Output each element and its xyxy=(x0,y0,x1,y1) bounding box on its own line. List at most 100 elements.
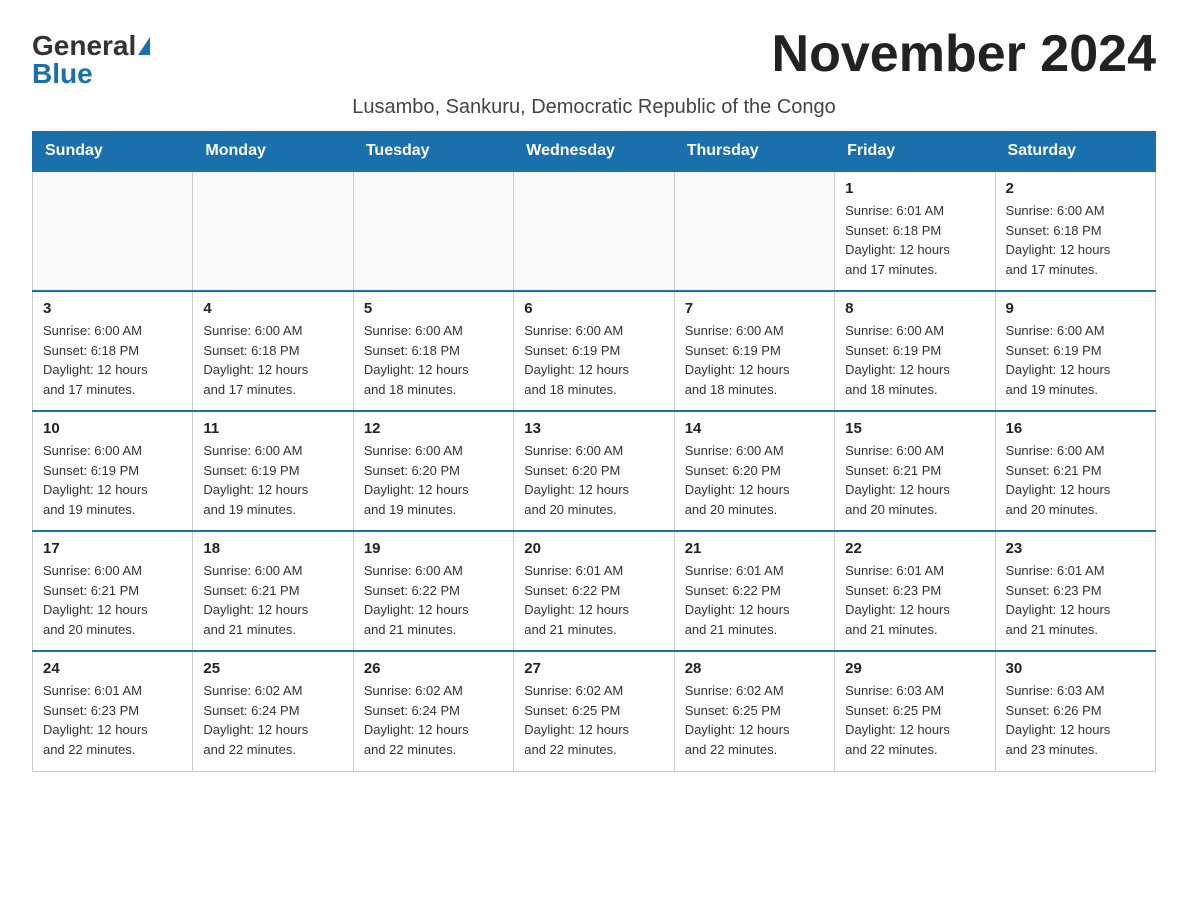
calendar-cell xyxy=(353,171,513,291)
day-info: Sunrise: 6:01 AMSunset: 6:23 PMDaylight:… xyxy=(1006,561,1145,639)
calendar-week-row: 17Sunrise: 6:00 AMSunset: 6:21 PMDayligh… xyxy=(33,531,1156,651)
calendar-cell: 29 Sunrise: 6:03 AMSunset: 6:25 PMDayligh… xyxy=(835,651,995,771)
day-number: 27 xyxy=(524,660,663,677)
day-info: Sunrise: 6:00 AMSunset: 6:19 PMDaylight:… xyxy=(524,321,663,399)
calendar-cell: 14 Sunrise: 6:00 AMSunset: 6:20 PMDayligh… xyxy=(674,411,834,531)
calendar-table: SundayMondayTuesdayWednesdayThursdayFrid… xyxy=(32,131,1156,772)
day-info: Sunrise: 6:00 AMSunset: 6:19 PMDaylight:… xyxy=(203,441,342,519)
calendar-cell xyxy=(193,171,353,291)
day-number: 21 xyxy=(685,540,824,557)
day-info: Sunrise: 6:00 AMSunset: 6:21 PMDaylight:… xyxy=(43,561,182,639)
day-number: 8 xyxy=(845,300,984,317)
day-number: 22 xyxy=(845,540,984,557)
day-number: 29 xyxy=(845,660,984,677)
day-number: 18 xyxy=(203,540,342,557)
day-number: 16 xyxy=(1006,420,1145,437)
calendar-cell: 27 Sunrise: 6:02 AMSunset: 6:25 PMDayligh… xyxy=(514,651,674,771)
day-info: Sunrise: 6:03 AMSunset: 6:26 PMDaylight:… xyxy=(1006,681,1145,759)
calendar-cell: 15Sunrise: 6:00 AMSunset: 6:21 PMDayligh… xyxy=(835,411,995,531)
calendar-header-row: SundayMondayTuesdayWednesdayThursdayFrid… xyxy=(33,132,1156,172)
day-number: 23 xyxy=(1006,540,1145,557)
calendar-cell: 8 Sunrise: 6:00 AMSunset: 6:19 PMDaylight… xyxy=(835,291,995,411)
calendar-cell: 1 Sunrise: 6:01 AMSunset: 6:18 PMDaylight… xyxy=(835,171,995,291)
day-info: Sunrise: 6:00 AMSunset: 6:19 PMDaylight:… xyxy=(685,321,824,399)
day-number: 20 xyxy=(524,540,663,557)
calendar-cell: 3Sunrise: 6:00 AMSunset: 6:18 PMDaylight… xyxy=(33,291,193,411)
day-info: Sunrise: 6:00 AMSunset: 6:18 PMDaylight:… xyxy=(203,321,342,399)
day-number: 28 xyxy=(685,660,824,677)
calendar-cell: 16Sunrise: 6:00 AMSunset: 6:21 PMDayligh… xyxy=(995,411,1155,531)
calendar-cell: 30Sunrise: 6:03 AMSunset: 6:26 PMDayligh… xyxy=(995,651,1155,771)
day-info: Sunrise: 6:01 AMSunset: 6:23 PMDaylight:… xyxy=(845,561,984,639)
day-number: 19 xyxy=(364,540,503,557)
day-info: Sunrise: 6:01 AMSunset: 6:22 PMDaylight:… xyxy=(524,561,663,639)
day-info: Sunrise: 6:00 AMSunset: 6:19 PMDaylight:… xyxy=(845,321,984,399)
calendar-cell: 6 Sunrise: 6:00 AMSunset: 6:19 PMDaylight… xyxy=(514,291,674,411)
calendar-week-row: 10 Sunrise: 6:00 AMSunset: 6:19 PMDayligh… xyxy=(33,411,1156,531)
calendar-cell: 11 Sunrise: 6:00 AMSunset: 6:19 PMDayligh… xyxy=(193,411,353,531)
logo-blue: Blue xyxy=(32,60,150,88)
day-info: Sunrise: 6:00 AMSunset: 6:19 PMDaylight:… xyxy=(43,441,182,519)
day-info: Sunrise: 6:01 AMSunset: 6:18 PMDaylight:… xyxy=(845,201,984,279)
calendar-cell: 21 Sunrise: 6:01 AMSunset: 6:22 PMDayligh… xyxy=(674,531,834,651)
day-info: Sunrise: 6:01 AMSunset: 6:22 PMDaylight:… xyxy=(685,561,824,639)
day-number: 25 xyxy=(203,660,342,677)
calendar-cell xyxy=(33,171,193,291)
calendar-cell: 7 Sunrise: 6:00 AMSunset: 6:19 PMDaylight… xyxy=(674,291,834,411)
day-info: Sunrise: 6:00 AMSunset: 6:20 PMDaylight:… xyxy=(685,441,824,519)
column-header-saturday: Saturday xyxy=(995,132,1155,172)
calendar-week-row: 1 Sunrise: 6:01 AMSunset: 6:18 PMDaylight… xyxy=(33,171,1156,291)
day-info: Sunrise: 6:03 AMSunset: 6:25 PMDaylight:… xyxy=(845,681,984,759)
day-number: 4 xyxy=(203,300,342,317)
day-info: Sunrise: 6:00 AMSunset: 6:21 PMDaylight:… xyxy=(203,561,342,639)
day-number: 10 xyxy=(43,420,182,437)
calendar-cell: 13 Sunrise: 6:00 AMSunset: 6:20 PMDayligh… xyxy=(514,411,674,531)
logo: General Blue xyxy=(32,32,150,88)
day-number: 9 xyxy=(1006,300,1145,317)
calendar-cell: 22 Sunrise: 6:01 AMSunset: 6:23 PMDayligh… xyxy=(835,531,995,651)
column-header-friday: Friday xyxy=(835,132,995,172)
day-info: Sunrise: 6:00 AMSunset: 6:20 PMDaylight:… xyxy=(364,441,503,519)
calendar-cell: 19 Sunrise: 6:00 AMSunset: 6:22 PMDayligh… xyxy=(353,531,513,651)
day-info: Sunrise: 6:00 AMSunset: 6:19 PMDaylight:… xyxy=(1006,321,1145,399)
day-info: Sunrise: 6:02 AMSunset: 6:25 PMDaylight:… xyxy=(524,681,663,759)
day-number: 6 xyxy=(524,300,663,317)
day-number: 13 xyxy=(524,420,663,437)
calendar-cell: 25Sunrise: 6:02 AMSunset: 6:24 PMDayligh… xyxy=(193,651,353,771)
calendar-cell: 2Sunrise: 6:00 AMSunset: 6:18 PMDaylight… xyxy=(995,171,1155,291)
calendar-cell: 5 Sunrise: 6:00 AMSunset: 6:18 PMDaylight… xyxy=(353,291,513,411)
logo-general: General xyxy=(32,32,136,60)
day-info: Sunrise: 6:00 AMSunset: 6:18 PMDaylight:… xyxy=(364,321,503,399)
day-number: 1 xyxy=(845,180,984,197)
day-info: Sunrise: 6:00 AMSunset: 6:18 PMDaylight:… xyxy=(1006,201,1145,279)
calendar-week-row: 24Sunrise: 6:01 AMSunset: 6:23 PMDayligh… xyxy=(33,651,1156,771)
calendar-cell: 24Sunrise: 6:01 AMSunset: 6:23 PMDayligh… xyxy=(33,651,193,771)
calendar-cell: 28 Sunrise: 6:02 AMSunset: 6:25 PMDayligh… xyxy=(674,651,834,771)
calendar-cell xyxy=(514,171,674,291)
day-number: 26 xyxy=(364,660,503,677)
calendar-cell: 26Sunrise: 6:02 AMSunset: 6:24 PMDayligh… xyxy=(353,651,513,771)
day-info: Sunrise: 6:00 AMSunset: 6:20 PMDaylight:… xyxy=(524,441,663,519)
day-info: Sunrise: 6:00 AMSunset: 6:22 PMDaylight:… xyxy=(364,561,503,639)
location-subtitle: Lusambo, Sankuru, Democratic Republic of… xyxy=(32,96,1156,119)
column-header-monday: Monday xyxy=(193,132,353,172)
day-number: 24 xyxy=(43,660,182,677)
day-number: 14 xyxy=(685,420,824,437)
month-title: November 2024 xyxy=(772,24,1156,84)
column-header-sunday: Sunday xyxy=(33,132,193,172)
calendar-cell: 10 Sunrise: 6:00 AMSunset: 6:19 PMDayligh… xyxy=(33,411,193,531)
calendar-cell: 9 Sunrise: 6:00 AMSunset: 6:19 PMDaylight… xyxy=(995,291,1155,411)
day-number: 15 xyxy=(845,420,984,437)
calendar-cell xyxy=(674,171,834,291)
calendar-cell: 12Sunrise: 6:00 AMSunset: 6:20 PMDayligh… xyxy=(353,411,513,531)
calendar-cell: 4 Sunrise: 6:00 AMSunset: 6:18 PMDaylight… xyxy=(193,291,353,411)
column-header-wednesday: Wednesday xyxy=(514,132,674,172)
calendar-week-row: 3Sunrise: 6:00 AMSunset: 6:18 PMDaylight… xyxy=(33,291,1156,411)
header: General Blue November 2024 xyxy=(32,24,1156,88)
column-header-tuesday: Tuesday xyxy=(353,132,513,172)
calendar-cell: 17Sunrise: 6:00 AMSunset: 6:21 PMDayligh… xyxy=(33,531,193,651)
day-number: 11 xyxy=(203,420,342,437)
day-number: 5 xyxy=(364,300,503,317)
day-number: 7 xyxy=(685,300,824,317)
day-info: Sunrise: 6:02 AMSunset: 6:25 PMDaylight:… xyxy=(685,681,824,759)
